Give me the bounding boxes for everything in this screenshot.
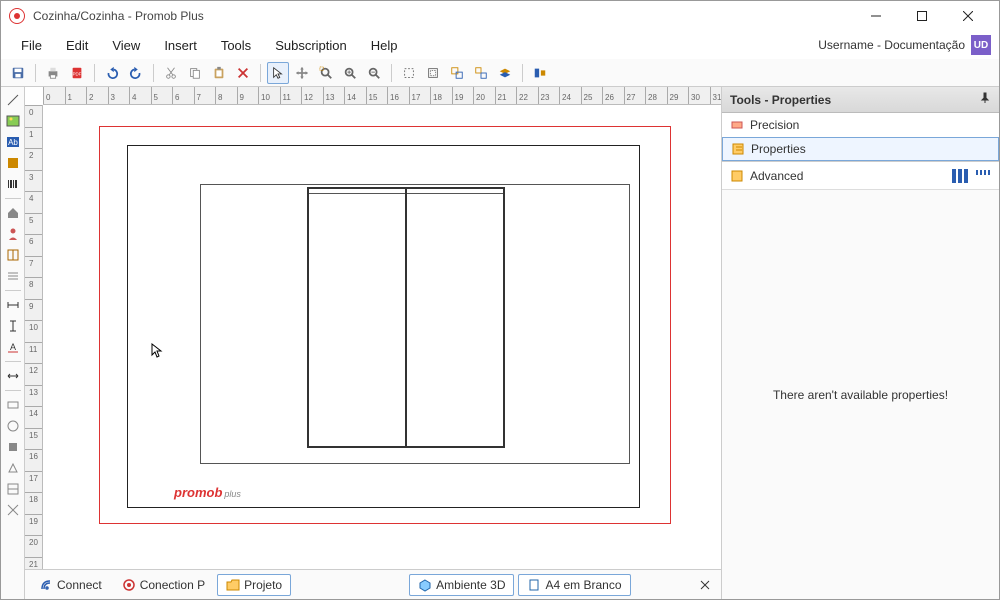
image-tool-icon[interactable] xyxy=(4,112,22,130)
svg-text:Ab: Ab xyxy=(8,138,18,147)
user-avatar[interactable]: UD xyxy=(971,35,991,55)
annotate-tool-icon[interactable]: A xyxy=(4,338,22,356)
cabinet-tool-icon[interactable] xyxy=(4,246,22,264)
username-label: Username - Documentação xyxy=(818,38,965,52)
layers-icon[interactable] xyxy=(494,62,516,84)
cut-icon[interactable] xyxy=(160,62,182,84)
horizontal-ruler: 0123456789101112131415161718192021222324… xyxy=(43,87,721,105)
tab-close-icon[interactable] xyxy=(695,575,715,595)
cabinet-object[interactable] xyxy=(307,187,505,448)
extra6-tool-icon[interactable] xyxy=(4,501,22,519)
left-toolbar: Ab A xyxy=(1,87,25,599)
vertical-ruler: 012345678910111213141516171819202122 xyxy=(25,105,43,569)
menu-tools[interactable]: Tools xyxy=(209,34,263,57)
titlebar: Cozinha/Cozinha - Promob Plus xyxy=(1,1,999,31)
canvas-zone: 0123456789101112131415161718192021222324… xyxy=(25,87,721,599)
advanced-icon xyxy=(730,169,744,183)
menu-subscription[interactable]: Subscription xyxy=(263,34,359,57)
text-tool-icon[interactable]: Ab xyxy=(4,133,22,151)
paste-icon[interactable] xyxy=(208,62,230,84)
align-icon[interactable] xyxy=(529,62,551,84)
tab-precision[interactable]: Precision xyxy=(722,113,999,137)
zoom-out-icon[interactable] xyxy=(363,62,385,84)
tab-connect[interactable]: Connect xyxy=(31,574,110,596)
line-tool-icon[interactable] xyxy=(4,91,22,109)
crop-icon[interactable] xyxy=(398,62,420,84)
main-toolbar: PDF xyxy=(1,59,999,87)
home-tool-icon[interactable] xyxy=(4,204,22,222)
zoom-window-icon[interactable] xyxy=(315,62,337,84)
undo-icon[interactable] xyxy=(101,62,123,84)
tab-ambiente3d[interactable]: Ambiente 3D xyxy=(409,574,514,596)
menu-file[interactable]: File xyxy=(9,34,54,57)
redo-icon[interactable] xyxy=(125,62,147,84)
save-icon[interactable] xyxy=(7,62,29,84)
advanced-label[interactable]: Advanced xyxy=(750,169,803,183)
delete-icon[interactable] xyxy=(232,62,254,84)
pointer-icon[interactable] xyxy=(267,62,289,84)
zoom-in-icon[interactable] xyxy=(339,62,361,84)
panel-tabs: Precision Properties xyxy=(722,113,999,162)
panel-header: Tools - Properties xyxy=(722,87,999,113)
panel-empty-message: There aren't available properties! xyxy=(722,190,999,599)
view-grid-icon[interactable] xyxy=(975,169,991,183)
list-tool-icon[interactable] xyxy=(4,267,22,285)
crop2-icon[interactable] xyxy=(422,62,444,84)
menubar: File Edit View Insert Tools Subscription… xyxy=(1,31,999,59)
print-icon[interactable] xyxy=(42,62,64,84)
app-icon xyxy=(9,8,25,24)
pan-icon[interactable] xyxy=(291,62,313,84)
cursor-icon xyxy=(151,343,163,362)
maximize-button[interactable] xyxy=(899,1,945,31)
properties-panel: Tools - Properties Precision Properties … xyxy=(721,87,999,599)
close-button[interactable] xyxy=(945,1,991,31)
group-icon[interactable] xyxy=(446,62,468,84)
person-tool-icon[interactable] xyxy=(4,225,22,243)
minimize-button[interactable] xyxy=(853,1,899,31)
panel-subheader: Advanced xyxy=(722,162,999,190)
menu-view[interactable]: View xyxy=(100,34,152,57)
extra2-tool-icon[interactable] xyxy=(4,417,22,435)
dim-h-tool-icon[interactable] xyxy=(4,296,22,314)
extra3-tool-icon[interactable] xyxy=(4,438,22,456)
menu-help[interactable]: Help xyxy=(359,34,410,57)
tab-a4-branco[interactable]: A4 em Branco xyxy=(518,574,630,596)
canvas[interactable]: promobplus xyxy=(43,105,721,569)
pin-icon[interactable] xyxy=(979,92,991,107)
barcode-tool-icon[interactable] xyxy=(4,175,22,193)
tab-properties[interactable]: Properties xyxy=(722,137,999,161)
extra5-tool-icon[interactable] xyxy=(4,480,22,498)
extra4-tool-icon[interactable] xyxy=(4,459,22,477)
tab-conection-p[interactable]: Conection P xyxy=(114,574,213,596)
shape-tool-icon[interactable] xyxy=(4,154,22,172)
view-columns-icon[interactable] xyxy=(951,169,969,183)
tab-projeto[interactable]: Projeto xyxy=(217,574,291,596)
pdf-icon[interactable]: PDF xyxy=(66,62,88,84)
ungroup-icon[interactable] xyxy=(470,62,492,84)
promob-logo: promobplus xyxy=(174,485,241,500)
menu-edit[interactable]: Edit xyxy=(54,34,100,57)
window-title: Cozinha/Cozinha - Promob Plus xyxy=(33,9,204,23)
svg-text:A: A xyxy=(9,342,15,352)
svg-text:PDF: PDF xyxy=(73,71,82,76)
copy-icon[interactable] xyxy=(184,62,206,84)
menu-insert[interactable]: Insert xyxy=(152,34,209,57)
dim-v-tool-icon[interactable] xyxy=(4,317,22,335)
bottom-tabs: Connect Conection P Projeto Ambiente 3D … xyxy=(25,569,721,599)
measure-tool-icon[interactable] xyxy=(4,367,22,385)
extra1-tool-icon[interactable] xyxy=(4,396,22,414)
